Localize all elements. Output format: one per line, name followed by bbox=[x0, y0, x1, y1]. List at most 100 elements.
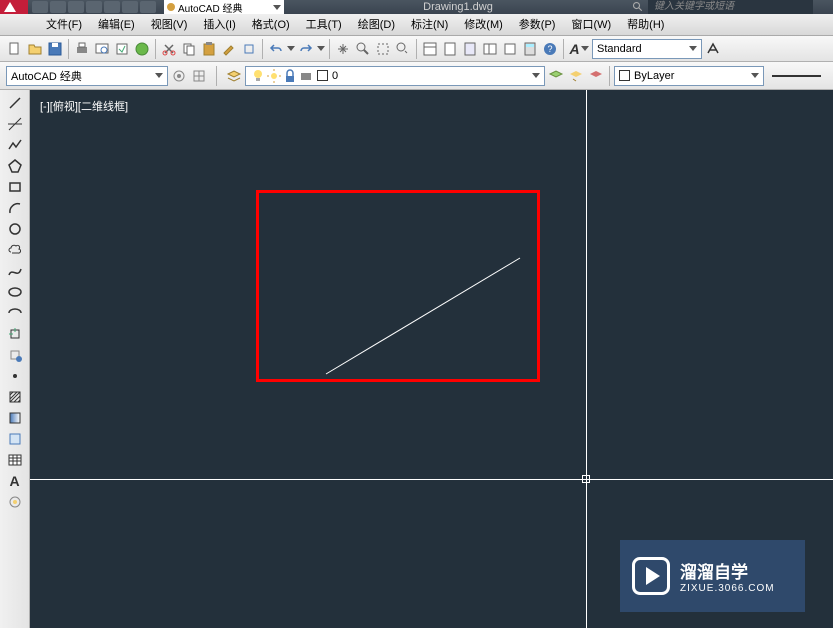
revision-cloud-icon[interactable] bbox=[6, 241, 24, 259]
new-file-icon[interactable] bbox=[6, 40, 24, 58]
copy-icon[interactable] bbox=[180, 40, 198, 58]
plot-preview-icon[interactable] bbox=[93, 40, 111, 58]
svg-text:?: ? bbox=[547, 44, 552, 54]
publish-icon[interactable] bbox=[113, 40, 131, 58]
qat-plot-icon[interactable] bbox=[104, 1, 120, 13]
paste-icon[interactable] bbox=[200, 40, 218, 58]
layer-properties-icon[interactable] bbox=[225, 67, 243, 85]
add-selected-icon[interactable] bbox=[6, 493, 24, 511]
redo-icon[interactable] bbox=[297, 40, 315, 58]
quickcalc-icon[interactable] bbox=[521, 40, 539, 58]
point-icon[interactable] bbox=[6, 367, 24, 385]
dropdown-arrow-icon bbox=[532, 73, 540, 78]
qat-saveas-icon[interactable] bbox=[86, 1, 102, 13]
menu-modify[interactable]: 修改(M) bbox=[456, 14, 511, 36]
menu-file[interactable]: 文件(F) bbox=[38, 14, 90, 36]
layer-isolate-icon[interactable] bbox=[587, 67, 605, 85]
text-style-value: Standard bbox=[597, 43, 642, 55]
match-properties-icon[interactable] bbox=[220, 40, 238, 58]
workspace-value: AutoCAD 经典 bbox=[11, 68, 82, 84]
save-icon[interactable] bbox=[46, 40, 64, 58]
crosshair-pickbox bbox=[582, 475, 590, 483]
app-logo-icon[interactable] bbox=[0, 0, 28, 14]
design-center-icon[interactable] bbox=[481, 40, 499, 58]
search-icon[interactable] bbox=[632, 1, 644, 13]
layer-previous-icon[interactable] bbox=[567, 67, 585, 85]
search-input[interactable]: 键入关键字或短语 bbox=[648, 0, 813, 14]
workspace-title-label: AutoCAD 经典 bbox=[178, 0, 242, 15]
crosshair-vertical bbox=[586, 90, 587, 628]
ellipse-icon[interactable] bbox=[6, 283, 24, 301]
gradient-icon[interactable] bbox=[6, 409, 24, 427]
menu-help[interactable]: 帮助(H) bbox=[619, 14, 672, 36]
menu-window[interactable]: 窗口(W) bbox=[563, 14, 619, 36]
construction-line-icon[interactable] bbox=[6, 115, 24, 133]
globe-icon[interactable] bbox=[133, 40, 151, 58]
menu-draw[interactable]: 绘图(D) bbox=[350, 14, 403, 36]
bylayer-combo[interactable]: ByLayer bbox=[614, 66, 764, 86]
crosshair-horizontal bbox=[30, 479, 833, 480]
line-tool-icon[interactable] bbox=[6, 94, 24, 112]
watermark-sub: ZIXUE.3066.COM bbox=[680, 583, 775, 594]
qat-undo-icon[interactable] bbox=[122, 1, 138, 13]
qat-redo-icon[interactable] bbox=[140, 1, 156, 13]
open-file-icon[interactable] bbox=[26, 40, 44, 58]
menu-parametric[interactable]: 参数(P) bbox=[511, 14, 564, 36]
drawing-canvas[interactable]: [-][俯视][二维线框] 溜溜自学 ZIXUE.3066.COM bbox=[30, 90, 833, 628]
rectangle-icon[interactable] bbox=[6, 178, 24, 196]
menu-edit[interactable]: 编辑(E) bbox=[90, 14, 143, 36]
insert-block-icon[interactable] bbox=[6, 325, 24, 343]
arc-icon[interactable] bbox=[6, 199, 24, 217]
polyline-icon[interactable] bbox=[6, 136, 24, 154]
table-icon[interactable] bbox=[6, 451, 24, 469]
zoom-previous-icon[interactable] bbox=[394, 40, 412, 58]
block-editor-icon[interactable] bbox=[240, 40, 258, 58]
menubar: 文件(F) 编辑(E) 视图(V) 插入(I) 格式(O) 工具(T) 绘图(D… bbox=[0, 14, 833, 36]
layer-combo[interactable]: 0 bbox=[245, 66, 545, 86]
markup-icon[interactable] bbox=[501, 40, 519, 58]
text-format-icon[interactable] bbox=[704, 40, 722, 58]
help-icon[interactable]: ? bbox=[541, 40, 559, 58]
region-icon[interactable] bbox=[6, 430, 24, 448]
make-block-icon[interactable] bbox=[6, 346, 24, 364]
layer-color-swatch bbox=[317, 70, 328, 81]
menu-insert[interactable]: 插入(I) bbox=[195, 14, 243, 36]
redo-dropdown-icon[interactable] bbox=[317, 46, 325, 51]
menu-dimension[interactable]: 标注(N) bbox=[403, 14, 456, 36]
dropdown-arrow-icon bbox=[751, 73, 759, 78]
multiline-text-icon[interactable]: A bbox=[6, 472, 24, 490]
pan-icon[interactable] bbox=[334, 40, 352, 58]
layer-state-icon[interactable] bbox=[547, 67, 565, 85]
qat-open-icon[interactable] bbox=[50, 1, 66, 13]
qat-save-icon[interactable] bbox=[68, 1, 84, 13]
undo-icon[interactable] bbox=[267, 40, 285, 58]
workspace-settings-icon[interactable] bbox=[170, 67, 188, 85]
ellipse-arc-icon[interactable] bbox=[6, 304, 24, 322]
circle-icon[interactable] bbox=[6, 220, 24, 238]
spline-icon[interactable] bbox=[6, 262, 24, 280]
menu-view[interactable]: 视图(V) bbox=[143, 14, 196, 36]
properties-icon[interactable] bbox=[421, 40, 439, 58]
quick-access-toolbar bbox=[28, 1, 156, 13]
text-style-combo[interactable]: Standard bbox=[592, 39, 702, 59]
qat-new-icon[interactable] bbox=[32, 1, 48, 13]
hatch-icon[interactable] bbox=[6, 388, 24, 406]
bylayer-color-swatch bbox=[619, 70, 630, 81]
menu-format[interactable]: 格式(O) bbox=[244, 14, 298, 36]
undo-dropdown-icon[interactable] bbox=[287, 46, 295, 51]
workspace-combo[interactable]: AutoCAD 经典 bbox=[6, 66, 168, 86]
cut-icon[interactable] bbox=[160, 40, 178, 58]
tool-palettes-icon[interactable] bbox=[461, 40, 479, 58]
zoom-window-icon[interactable] bbox=[374, 40, 392, 58]
text-style-letter-icon[interactable]: A bbox=[568, 40, 590, 58]
print-icon[interactable] bbox=[73, 40, 91, 58]
dropdown-arrow-icon bbox=[273, 5, 281, 10]
workspace-grid-icon[interactable] bbox=[190, 67, 208, 85]
sheet-set-icon[interactable] bbox=[441, 40, 459, 58]
viewport-label[interactable]: [-][俯视][二维线框] bbox=[40, 98, 128, 114]
workspace-title-combo[interactable]: AutoCAD 经典 bbox=[164, 0, 284, 14]
polygon-icon[interactable] bbox=[6, 157, 24, 175]
zoom-realtime-icon[interactable] bbox=[354, 40, 372, 58]
menu-tools[interactable]: 工具(T) bbox=[298, 14, 350, 36]
lineweight-preview[interactable] bbox=[772, 75, 821, 77]
